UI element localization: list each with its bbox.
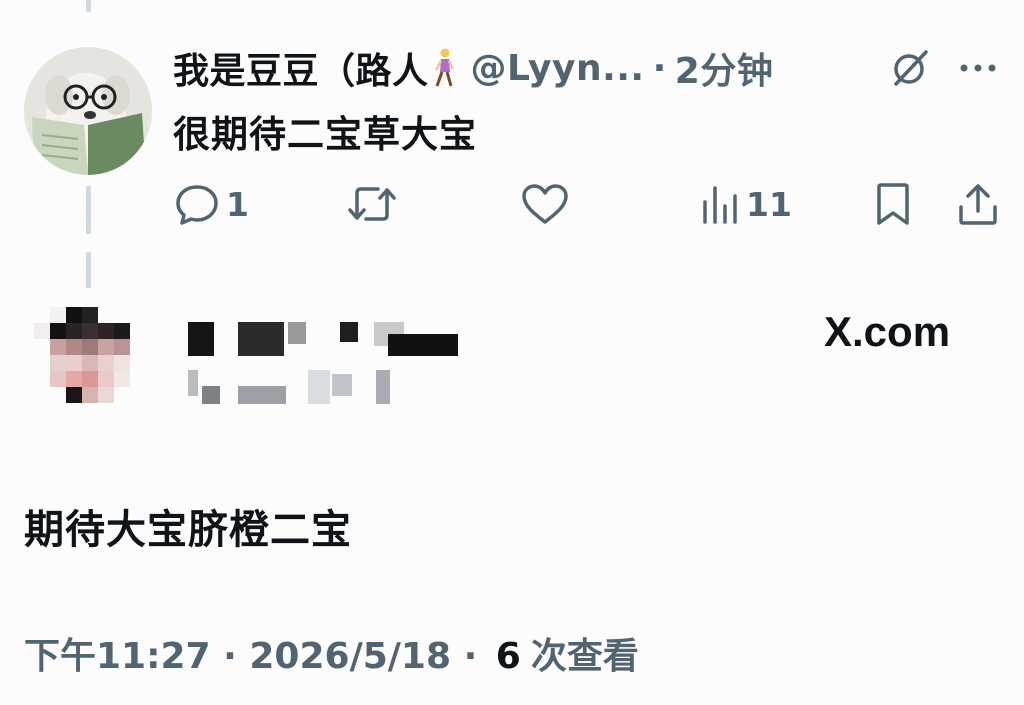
display-name[interactable]: 我是豆豆（路人 — [173, 42, 429, 94]
meta-separator: · — [223, 636, 237, 677]
views-count: 11 — [746, 184, 792, 224]
share-icon — [959, 184, 997, 225]
quote-author-pixelated[interactable] — [188, 318, 468, 413]
woman-walking-icon — [431, 48, 457, 88]
post-time[interactable]: 2分钟 — [675, 42, 774, 94]
views-button[interactable]: 11 — [700, 180, 792, 228]
bookmark-icon — [877, 183, 909, 225]
post-meta: 下午11:27 · 2026/5/18 · 6 次查看 — [24, 627, 639, 679]
meta-time[interactable]: 下午11:27 — [24, 636, 211, 677]
user-handle[interactable]: @Lyyn... — [471, 48, 645, 89]
retweet-icon — [348, 187, 396, 221]
thread-line-top — [86, 0, 91, 12]
meta-views-label: 次查看 — [530, 636, 639, 677]
source-site-label[interactable]: X.com — [824, 308, 950, 356]
reply-text: 很期待二宝草大宝 — [173, 113, 477, 156]
analytics-icon — [703, 186, 737, 224]
thread-line-gap — [86, 252, 91, 288]
reply-count: 1 — [226, 184, 249, 224]
reply-header: 我是豆豆（路人 @Lyyn... · 2分钟 — [173, 42, 773, 94]
quote-avatar-pixelated[interactable] — [34, 307, 152, 425]
thread-line-bottom — [86, 186, 91, 234]
quote-text: 期待大宝脐橙二宝 — [24, 507, 352, 553]
like-button[interactable] — [520, 180, 576, 228]
meta-views-number: 6 — [495, 636, 521, 677]
heart-icon — [522, 184, 568, 224]
separator-dot: · — [652, 47, 667, 89]
meta-separator: · — [463, 636, 478, 677]
reply-avatar[interactable] — [24, 47, 152, 175]
share-button[interactable] — [956, 180, 1000, 228]
retweet-button[interactable] — [346, 180, 404, 228]
grok-icon[interactable] — [888, 46, 932, 90]
comment-icon — [176, 185, 218, 225]
reply-button[interactable]: 1 — [174, 180, 249, 228]
site-name: X.com — [824, 308, 951, 355]
meta-date[interactable]: 2026/5/18 — [249, 636, 451, 677]
more-options-icon[interactable] — [956, 46, 1000, 90]
bookmark-button[interactable] — [872, 180, 914, 228]
